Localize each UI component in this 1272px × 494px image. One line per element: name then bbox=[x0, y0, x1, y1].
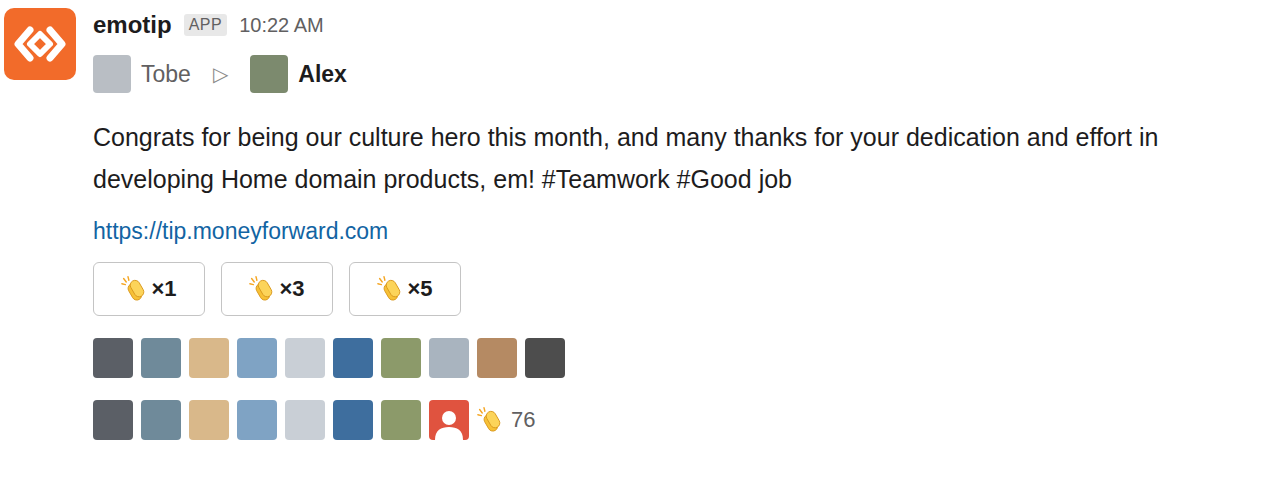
sender-avatar[interactable] bbox=[93, 55, 131, 93]
message-header: emotip APP 10:22 AM bbox=[93, 8, 1272, 42]
tip-button-label: ×1 bbox=[151, 276, 176, 302]
reactor-avatar[interactable] bbox=[285, 400, 325, 440]
tip-button-label: ×3 bbox=[279, 276, 304, 302]
message-link[interactable]: https://tip.moneyforward.com bbox=[93, 214, 388, 248]
sender-name[interactable]: Tobe bbox=[141, 61, 191, 88]
default-person-icon bbox=[432, 406, 466, 440]
app-name[interactable]: emotip bbox=[93, 11, 172, 39]
reactor-avatar[interactable] bbox=[141, 400, 181, 440]
clap-icon bbox=[121, 275, 149, 303]
reaction-count: 76 bbox=[477, 406, 535, 434]
reaction-count-text: 76 bbox=[511, 407, 535, 433]
reactor-avatar[interactable] bbox=[93, 338, 133, 378]
transfer-row: Tobe ▷ Alex bbox=[93, 54, 1272, 94]
message-text: Congrats for being our culture hero this… bbox=[93, 116, 1272, 200]
emotip-logo-icon bbox=[14, 18, 66, 70]
reactor-avatar[interactable] bbox=[525, 338, 565, 378]
tip-button[interactable]: ×3 bbox=[221, 262, 333, 316]
reactors: 76 bbox=[93, 338, 1272, 440]
tip-button[interactable]: ×5 bbox=[349, 262, 461, 316]
message-content: emotip APP 10:22 AM Tobe ▷ Alex Congrats for b… bbox=[93, 8, 1272, 494]
reactor-row bbox=[93, 338, 1272, 378]
transfer-arrow: ▷ bbox=[213, 62, 228, 86]
slack-message: emotip APP 10:22 AM Tobe ▷ Alex Congrats for b… bbox=[0, 0, 1272, 494]
tip-buttons: ×1 ×3 ×5 bbox=[93, 262, 1272, 316]
clap-icon bbox=[377, 275, 405, 303]
reactor-avatar[interactable] bbox=[333, 400, 373, 440]
reactor-avatar[interactable] bbox=[381, 338, 421, 378]
reactor-avatar[interactable] bbox=[189, 400, 229, 440]
receiver-name[interactable]: Alex bbox=[298, 61, 347, 88]
reactor-avatar[interactable] bbox=[93, 400, 133, 440]
reactor-avatar[interactable] bbox=[333, 338, 373, 378]
receiver-avatar[interactable] bbox=[250, 55, 288, 93]
reactor-avatar[interactable] bbox=[237, 400, 277, 440]
app-logo[interactable] bbox=[4, 8, 76, 80]
message-time[interactable]: 10:22 AM bbox=[239, 14, 324, 37]
reactor-avatar[interactable] bbox=[381, 400, 421, 440]
reactor-avatar[interactable] bbox=[429, 400, 469, 440]
app-badge: APP bbox=[184, 14, 228, 36]
reactor-avatar[interactable] bbox=[237, 338, 277, 378]
tip-button-label: ×5 bbox=[407, 276, 432, 302]
tip-button[interactable]: ×1 bbox=[93, 262, 205, 316]
reactor-avatar[interactable] bbox=[477, 338, 517, 378]
clap-icon bbox=[477, 406, 505, 434]
reactor-avatar[interactable] bbox=[141, 338, 181, 378]
reactor-row: 76 bbox=[93, 400, 1272, 440]
reactor-avatar[interactable] bbox=[429, 338, 469, 378]
reactor-avatar[interactable] bbox=[285, 338, 325, 378]
reactor-avatar[interactable] bbox=[189, 338, 229, 378]
clap-icon bbox=[249, 275, 277, 303]
